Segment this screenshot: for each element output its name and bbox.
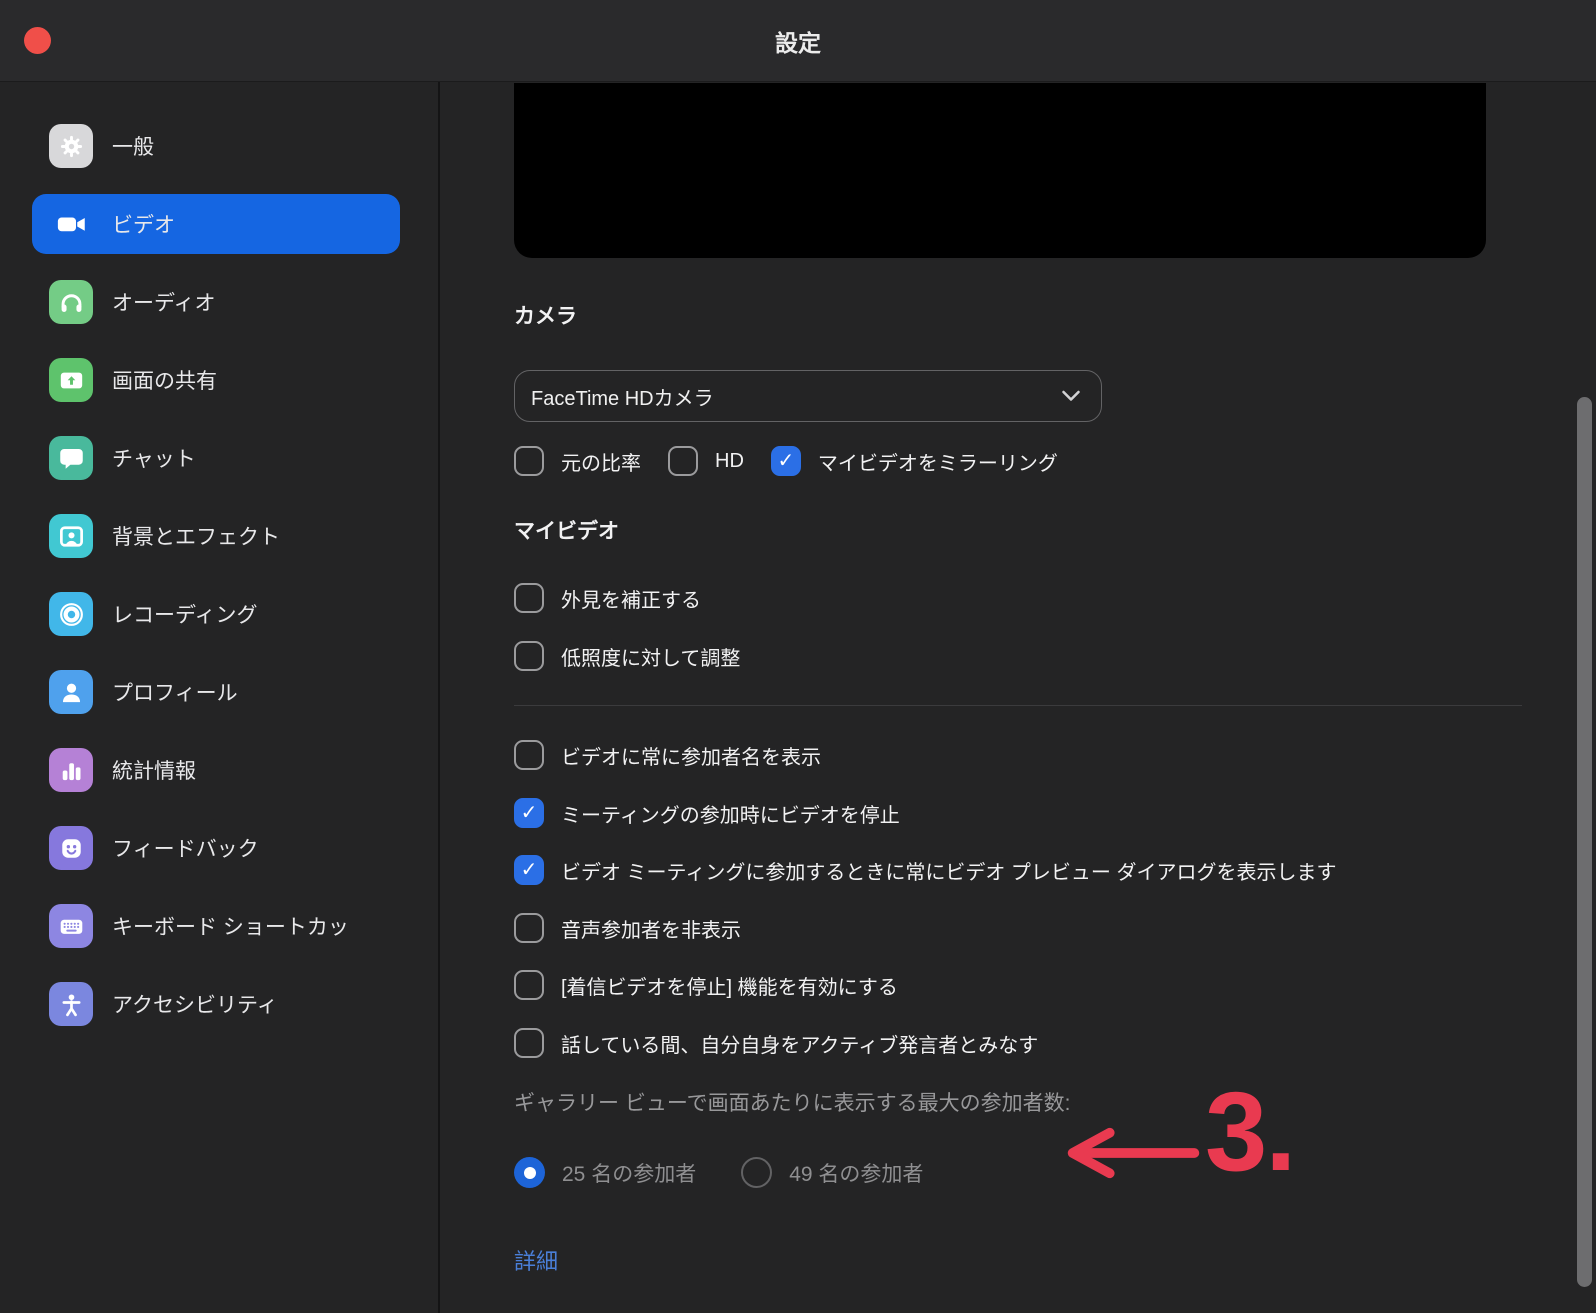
sidebar-item-chat[interactable]: チャット (32, 428, 400, 488)
checkbox-label: ミーティングの参加時にビデオを停止 (561, 799, 900, 828)
checkbox-row[interactable]: 話している間、自分自身をアクティブ発言者とみなす (514, 1028, 1522, 1058)
record-icon (49, 592, 93, 636)
checkbox-row[interactable]: 低照度に対して調整 (514, 641, 1522, 671)
sidebar-item-label: ビデオ (112, 209, 175, 239)
checkbox-row[interactable]: ミーティングの参加時にビデオを停止 (514, 798, 1522, 828)
checkbox-row[interactable]: ビデオ ミーティングに参加するときに常にビデオ プレビュー ダイアログを表示しま… (514, 855, 1522, 885)
checkbox-label: 外見を補正する (561, 584, 701, 613)
checkbox-label: マイビデオをミラーリング (818, 447, 1058, 476)
my-video-section-heading: マイビデオ (514, 515, 1522, 545)
sidebar-item-label: フィードバック (112, 833, 259, 863)
checkbox-row[interactable]: [着信ビデオを停止] 機能を有効にする (514, 970, 1522, 1000)
video-preview-dialog-checkbox[interactable] (514, 855, 544, 885)
checkbox-label: 話している間、自分自身をアクティブ発言者とみなす (561, 1029, 1038, 1058)
accessibility-icon (49, 982, 93, 1026)
scrollbar-thumb[interactable] (1577, 397, 1592, 1287)
gallery-view-heading: ギャラリー ビューで画面あたりに表示する最大の参加者数: (514, 1087, 1522, 1117)
gear-icon (49, 124, 93, 168)
sidebar-item-audio[interactable]: オーディオ (32, 272, 400, 332)
sidebar-item-statistics[interactable]: 統計情報 (32, 740, 400, 800)
hide-non-video-participants-checkbox[interactable] (514, 913, 544, 943)
sidebar-item-label: プロフィール (112, 677, 238, 707)
checkbox-row[interactable]: 外見を補正する (514, 583, 1522, 613)
camera-select-value: FaceTime HDカメラ (531, 382, 714, 411)
sidebar-item-recording[interactable]: レコーディング (32, 584, 400, 644)
divider (514, 705, 1522, 706)
sidebar-item-keyboard-shortcuts[interactable]: キーボード ショートカッ (32, 896, 400, 956)
sidebar-item-feedback[interactable]: フィードバック (32, 818, 400, 878)
chat-bubble-icon (49, 436, 93, 480)
radio-option-25[interactable]: 25 名の参加者 (514, 1157, 696, 1188)
settings-video-panel: カメラ FaceTime HDカメラ 元の比率 HD マイビデオをミラーリング … (442, 82, 1596, 1313)
sidebar-item-video[interactable]: ビデオ (32, 194, 400, 254)
close-button[interactable] (24, 27, 51, 54)
screen-share-icon (49, 358, 93, 402)
sidebar-item-label: 一般 (112, 131, 154, 161)
checkbox-label: 元の比率 (561, 447, 641, 476)
sidebar-item-label: 背景とエフェクト (112, 521, 280, 551)
checkbox-row[interactable]: 音声参加者を非表示 (514, 913, 1522, 943)
touch-up-appearance-checkbox[interactable] (514, 583, 544, 613)
sidebar: 一般 ビデオ オーディオ 画面の共有 (0, 82, 440, 1313)
titlebar: 設定 (0, 0, 1596, 82)
mirror-video-checkbox[interactable] (771, 446, 801, 476)
sidebar-item-label: レコーディング (112, 599, 258, 629)
stop-incoming-video-checkbox[interactable] (514, 970, 544, 1000)
video-camera-icon (49, 202, 93, 246)
checkbox-row[interactable]: ビデオに常に参加者名を表示 (514, 740, 1522, 770)
advanced-link[interactable]: 詳細 (514, 1244, 558, 1276)
see-myself-active-speaker-checkbox[interactable] (514, 1028, 544, 1058)
low-light-adjust-checkbox[interactable] (514, 641, 544, 671)
radio-label: 25 名の参加者 (562, 1158, 696, 1188)
show-participant-names-checkbox[interactable] (514, 740, 544, 770)
checkbox-label: 音声参加者を非表示 (561, 914, 741, 943)
checkbox-row[interactable]: HD (668, 446, 744, 476)
checkbox-label: ビデオに常に参加者名を表示 (561, 741, 821, 770)
sidebar-item-background-effects[interactable]: 背景とエフェクト (32, 506, 400, 566)
chevron-down-icon (1061, 390, 1081, 402)
sidebar-item-profile[interactable]: プロフィール (32, 662, 400, 722)
profile-icon (49, 670, 93, 714)
headphones-icon (49, 280, 93, 324)
camera-section-heading: カメラ (514, 300, 1522, 330)
sidebar-item-accessibility[interactable]: アクセシビリティ (32, 974, 400, 1034)
sidebar-item-label: キーボード ショートカッ (112, 911, 349, 941)
video-preview (514, 83, 1486, 258)
sidebar-item-screen-share[interactable]: 画面の共有 (32, 350, 400, 410)
checkbox-label: [着信ビデオを停止] 機能を有効にする (561, 971, 898, 1000)
feedback-icon (49, 826, 93, 870)
checkbox-label: 低照度に対して調整 (561, 642, 740, 671)
background-effects-icon (49, 514, 93, 558)
checkbox-row[interactable]: マイビデオをミラーリング (771, 446, 1058, 476)
radio-option-49[interactable]: 49 名の参加者 (741, 1157, 923, 1188)
radio-button[interactable] (514, 1157, 545, 1188)
window-title: 設定 (775, 24, 821, 58)
original-ratio-checkbox[interactable] (514, 446, 544, 476)
gallery-participants-radio-group: 25 名の参加者 49 名の参加者 (514, 1157, 1522, 1188)
sidebar-item-label: 画面の共有 (112, 365, 217, 395)
stop-video-on-join-checkbox[interactable] (514, 798, 544, 828)
radio-button[interactable] (741, 1157, 772, 1188)
checkbox-label: HD (715, 450, 744, 473)
camera-options-row: 元の比率 HD マイビデオをミラーリング (514, 446, 1522, 476)
sidebar-item-label: アクセシビリティ (112, 989, 278, 1019)
checkbox-row[interactable]: 元の比率 (514, 446, 641, 476)
sidebar-item-label: 統計情報 (112, 755, 196, 785)
hd-checkbox[interactable] (668, 446, 698, 476)
sidebar-item-general[interactable]: 一般 (32, 116, 400, 176)
sidebar-item-label: オーディオ (112, 287, 216, 317)
stats-icon (49, 748, 93, 792)
checkbox-label: ビデオ ミーティングに参加するときに常にビデオ プレビュー ダイアログを表示しま… (561, 856, 1336, 885)
keyboard-icon (49, 904, 93, 948)
camera-select[interactable]: FaceTime HDカメラ (514, 370, 1102, 422)
radio-label: 49 名の参加者 (789, 1158, 923, 1188)
sidebar-item-label: チャット (112, 443, 196, 473)
